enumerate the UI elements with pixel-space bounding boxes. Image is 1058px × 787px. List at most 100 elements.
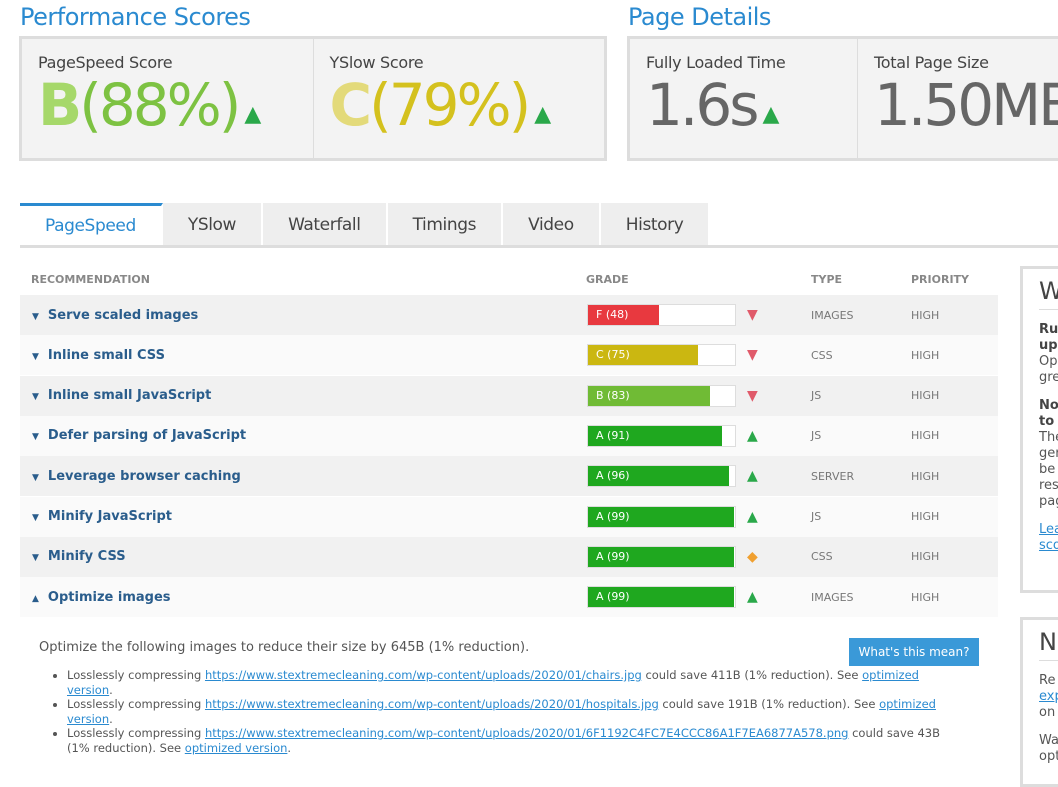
collapse-icon[interactable]: ▲ bbox=[32, 594, 39, 604]
panel-title: N bbox=[1039, 630, 1058, 661]
header-grade: GRADE bbox=[586, 273, 629, 286]
grade-fill: A (99) bbox=[588, 587, 734, 608]
grade-bar: A (99) bbox=[587, 505, 736, 528]
expand-icon[interactable]: ▼ bbox=[32, 553, 39, 563]
recommendation-name[interactable]: ▼ Defer parsing of JavaScript bbox=[32, 428, 246, 443]
panel-title: W bbox=[1039, 279, 1058, 310]
panel-text: The ger be res pag bbox=[1039, 430, 1058, 509]
learn-more-link[interactable]: Lea sco bbox=[1039, 522, 1058, 554]
type-cell: JS bbox=[811, 429, 822, 443]
recommendation-name[interactable]: ▲ Optimize images bbox=[32, 590, 171, 605]
list-item: Losslessly compressing https://www.stext… bbox=[67, 697, 947, 726]
header-recommendation: RECOMMENDATION bbox=[31, 273, 150, 286]
recommendation-label: Serve scaled images bbox=[47, 307, 199, 323]
report-tabs: PageSpeed YSlow Waterfall Timings Video … bbox=[20, 203, 1058, 248]
item-text: could save 411B (1% reduction). See bbox=[641, 668, 863, 682]
recommendation-name[interactable]: ▼ Serve scaled images bbox=[32, 308, 198, 323]
table-row[interactable]: ▼ Minify CSS A (99) ◆ CSS HIGH bbox=[20, 536, 998, 577]
page-size-label: Total Page Size bbox=[874, 53, 989, 72]
recommendation-label: Inline small JavaScript bbox=[47, 388, 212, 404]
pagespeed-score-label: PageSpeed Score bbox=[38, 53, 173, 72]
priority-cell: HIGH bbox=[911, 469, 940, 483]
recommendation-name[interactable]: ▼ Minify JavaScript bbox=[32, 509, 172, 524]
tab-pagespeed[interactable]: PageSpeed bbox=[20, 203, 163, 245]
sidebar-panel-2: N Re exp on Wa opt bbox=[1020, 617, 1058, 787]
priority-cell: HIGH bbox=[911, 550, 940, 564]
panel-text: Re bbox=[1039, 673, 1056, 688]
yslow-score-card: YSlow Score C(79%) ▲ bbox=[314, 39, 605, 158]
panel-bold-text: No to bbox=[1039, 398, 1058, 429]
table-row[interactable]: ▼ Defer parsing of JavaScript A (91) ▲ JS… bbox=[20, 415, 998, 456]
recommendation-name[interactable]: ▼ Inline small JavaScript bbox=[32, 388, 211, 403]
arrow-up-icon: ▲ bbox=[747, 508, 758, 525]
arrow-up-icon: ▲ bbox=[244, 102, 262, 127]
recommendation-label: Minify JavaScript bbox=[47, 509, 172, 524]
image-list: Losslessly compressing https://www.stext… bbox=[67, 668, 947, 755]
item-text: Losslessly compressing bbox=[67, 697, 205, 711]
expand-icon[interactable]: ▼ bbox=[32, 473, 39, 483]
panel-text: on bbox=[1039, 705, 1056, 720]
item-text: could save 191B (1% reduction). See bbox=[658, 697, 880, 711]
type-cell: CSS bbox=[811, 550, 833, 564]
expand-icon[interactable]: ▼ bbox=[32, 513, 39, 523]
recommendation-name[interactable]: ▼ Inline small CSS bbox=[32, 348, 165, 363]
performance-title: Performance Scores bbox=[20, 3, 251, 31]
image-link[interactable]: https://www.stextremecleaning.com/wp-con… bbox=[205, 668, 642, 682]
load-time-value: 1.6s bbox=[646, 71, 759, 139]
panel-link[interactable]: exp bbox=[1039, 689, 1058, 705]
grade-bar: A (91) bbox=[587, 424, 736, 447]
expand-icon[interactable]: ▼ bbox=[32, 432, 39, 442]
optimize-images-summary: Optimize the following images to reduce … bbox=[39, 640, 530, 655]
list-item: Losslessly compressing https://www.stext… bbox=[67, 668, 947, 697]
yslow-score-label: YSlow Score bbox=[329, 53, 424, 72]
page-size-value: 1.50MB bbox=[874, 71, 1058, 139]
image-link[interactable]: https://www.stextremecleaning.com/wp-con… bbox=[205, 726, 848, 740]
table-row[interactable]: ▼ Leverage browser caching A (96) ▲ SERVE… bbox=[20, 456, 998, 497]
performance-cards: PageSpeed Score B(88%) ▲ YSlow Score C(79… bbox=[19, 36, 607, 161]
grade-fill: B (83) bbox=[588, 385, 710, 406]
expand-icon[interactable]: ▼ bbox=[32, 392, 39, 402]
priority-cell: HIGH bbox=[911, 389, 940, 403]
expand-icon[interactable]: ▼ bbox=[32, 352, 39, 362]
recommendation-name[interactable]: ▼ Leverage browser caching bbox=[32, 469, 241, 484]
page-size-card: Total Page Size 1.50MB bbox=[858, 39, 1058, 158]
type-cell: IMAGES bbox=[811, 590, 854, 604]
diamond-icon: ◆ bbox=[747, 548, 758, 565]
table-row[interactable]: ▲ Optimize images A (99) ▲ IMAGES HIGH bbox=[20, 577, 998, 618]
header-priority: PRIORITY bbox=[911, 273, 970, 286]
arrow-up-icon: ▲ bbox=[747, 427, 758, 444]
pagespeed-grade: B bbox=[38, 71, 82, 139]
type-cell: JS bbox=[811, 510, 822, 523]
tab-video[interactable]: Video bbox=[503, 203, 601, 245]
tab-history[interactable]: History bbox=[600, 203, 711, 245]
grade-bar: F (48) bbox=[587, 304, 736, 326]
whats-this-mean-button[interactable]: What's this mean? bbox=[849, 638, 979, 666]
panel-text: Wa opt bbox=[1039, 733, 1058, 764]
image-link[interactable]: https://www.stextremecleaning.com/wp-con… bbox=[205, 697, 659, 711]
sidebar-panel-1: W Ru up Op gre No to The ger be res pag … bbox=[1020, 266, 1058, 593]
type-cell: IMAGES bbox=[811, 308, 854, 322]
load-time-card: Fully Loaded Time 1.6s ▲ bbox=[630, 39, 858, 158]
yslow-grade: C bbox=[329, 71, 373, 139]
table-row[interactable]: ▼ Minify JavaScript A (99) ▲ JS HIGH bbox=[20, 496, 998, 537]
tab-timings[interactable]: Timings bbox=[387, 203, 504, 245]
panel-bold-text: Ru up bbox=[1039, 322, 1058, 353]
table-row[interactable]: ▼ Serve scaled images F (48) ▼ IMAGES HIG… bbox=[20, 295, 998, 335]
item-text: Losslessly compressing bbox=[67, 726, 205, 740]
arrow-down-icon: ▼ bbox=[747, 387, 758, 404]
grade-fill: A (99) bbox=[588, 546, 734, 567]
optimized-version-link[interactable]: optimized version bbox=[185, 741, 288, 755]
list-item: Losslessly compressing https://www.stext… bbox=[67, 726, 947, 755]
item-text: Losslessly compressing bbox=[67, 668, 205, 682]
expand-icon[interactable]: ▼ bbox=[32, 312, 39, 322]
tab-yslow[interactable]: YSlow bbox=[162, 203, 264, 245]
priority-cell: HIGH bbox=[911, 429, 940, 443]
table-row[interactable]: ▼ Inline small JavaScript B (83) ▼ JS HIG… bbox=[20, 375, 998, 416]
grade-bar: C (75) bbox=[587, 344, 736, 367]
recommendation-name[interactable]: ▼ Minify CSS bbox=[32, 549, 126, 564]
tab-waterfall[interactable]: Waterfall bbox=[263, 203, 388, 245]
grade-bar: B (83) bbox=[587, 384, 736, 407]
priority-cell: HIGH bbox=[911, 510, 940, 523]
recommendation-label: Leverage browser caching bbox=[47, 468, 241, 484]
table-row[interactable]: ▼ Inline small CSS C (75) ▼ CSS HIGH bbox=[20, 335, 998, 376]
